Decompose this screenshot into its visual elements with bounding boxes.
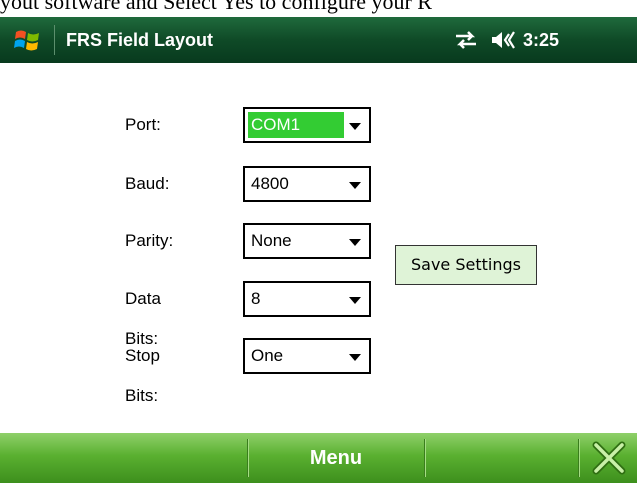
- app-title: FRS Field Layout: [66, 30, 214, 50]
- volume-icon[interactable]: [490, 30, 516, 50]
- title-bar: FRS Field Layout 3:25: [0, 17, 637, 63]
- menu-button[interactable]: Menu: [248, 433, 424, 483]
- softkey-bar: Menu: [0, 433, 637, 483]
- close-icon[interactable]: [592, 441, 626, 475]
- data-bits-select[interactable]: 8: [243, 281, 371, 317]
- softkey-divider: [424, 439, 425, 477]
- stop-bits-label: Stop Bits:: [125, 346, 160, 405]
- port-label: Port:: [125, 115, 161, 134]
- connectivity-icon[interactable]: [452, 30, 480, 50]
- chevron-down-icon: [349, 182, 361, 189]
- parity-value: None: [251, 231, 292, 250]
- chevron-down-icon: [349, 354, 361, 361]
- save-settings-button[interactable]: Save Settings: [395, 245, 537, 285]
- chevron-down-icon: [349, 239, 361, 246]
- port-select[interactable]: COM1: [243, 107, 371, 143]
- baud-value: 4800: [251, 174, 289, 193]
- title-separator: [54, 25, 55, 55]
- stop-bits-select[interactable]: One: [243, 338, 371, 374]
- clock[interactable]: 3:25: [523, 17, 559, 63]
- background-document-text: yout software and Select Yes to configur…: [0, 0, 432, 14]
- stop-bits-value: One: [251, 346, 284, 365]
- baud-label: Baud:: [125, 174, 170, 193]
- chevron-down-icon: [349, 123, 361, 130]
- windows-start-icon[interactable]: [14, 27, 42, 53]
- baud-select[interactable]: 4800: [243, 166, 371, 202]
- chevron-down-icon: [349, 297, 361, 304]
- parity-label: Parity:: [125, 231, 174, 250]
- softkey-divider: [578, 439, 579, 477]
- settings-form: Port: COM1 Baud: 4800 Parity: None Data …: [0, 63, 637, 433]
- parity-select[interactable]: None: [243, 223, 371, 259]
- data-bits-value: 8: [251, 289, 261, 308]
- port-value: COM1: [248, 112, 344, 138]
